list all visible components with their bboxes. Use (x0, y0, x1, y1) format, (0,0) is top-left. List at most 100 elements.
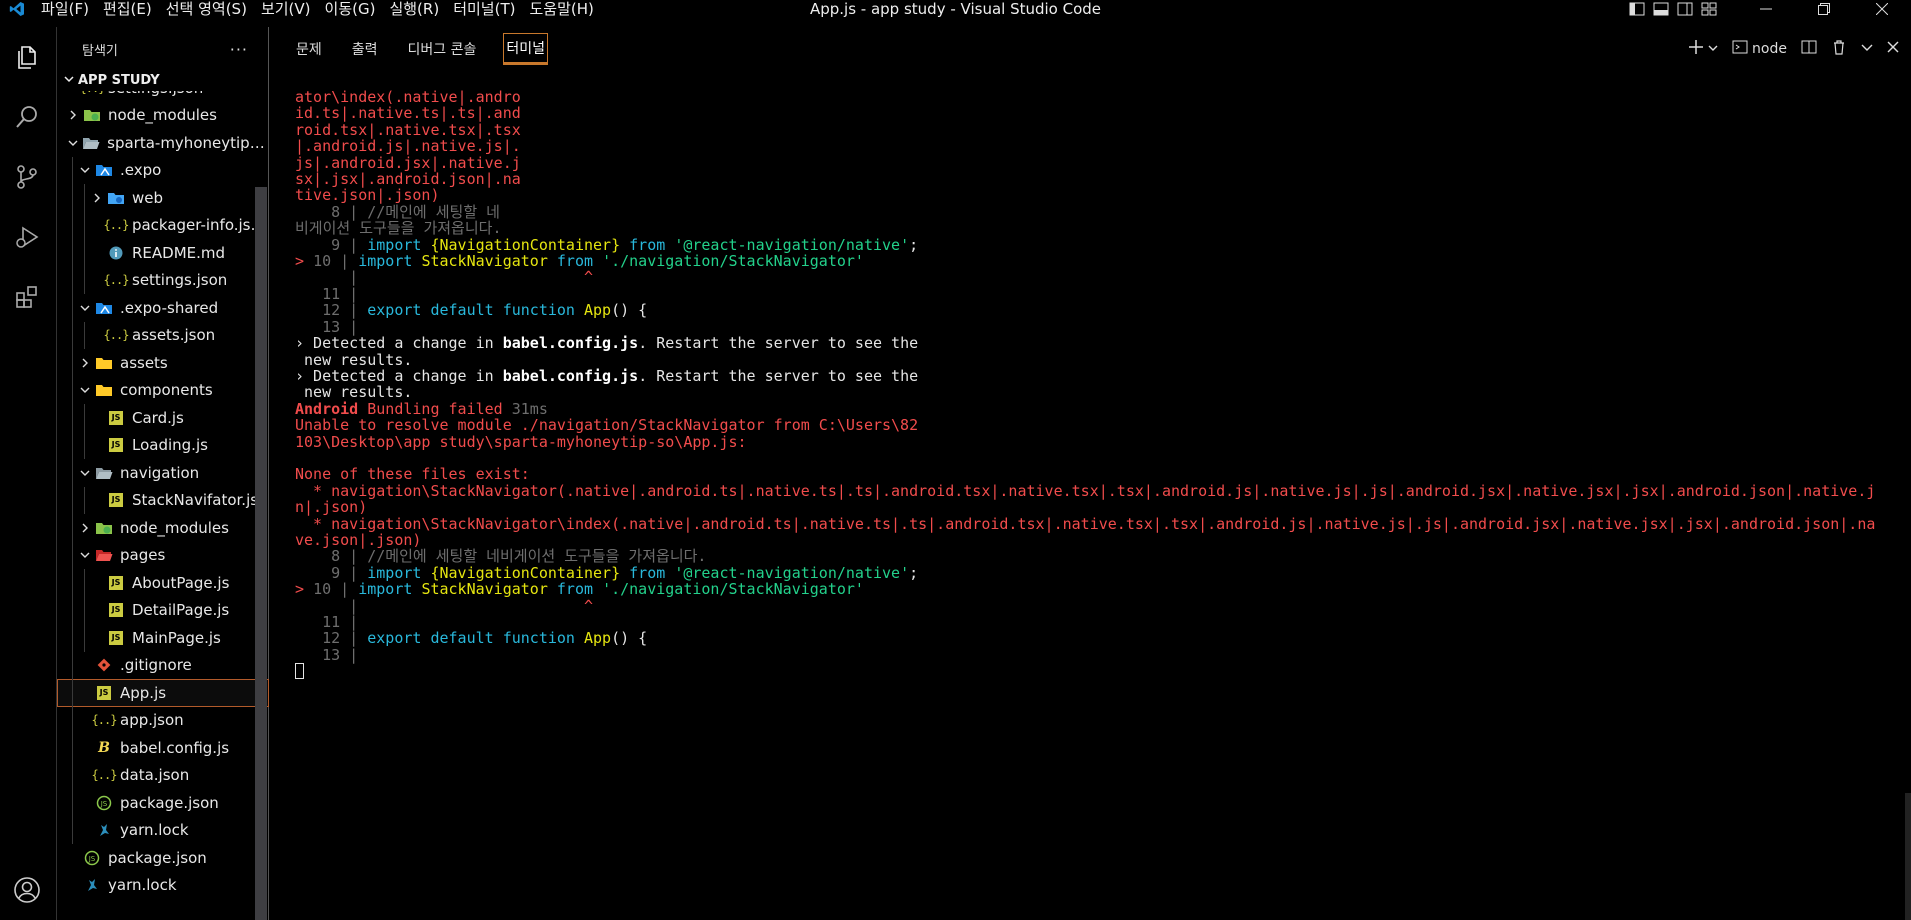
tree-item-label: settings.json (132, 271, 228, 290)
tree-item[interactable]: components (57, 376, 269, 404)
activity-bar (0, 27, 54, 920)
tree-item[interactable]: {..} packager-info.json (57, 211, 269, 239)
menu-item[interactable]: 편집(E) (96, 0, 159, 18)
json-icon: {..} (91, 768, 118, 783)
tree-item[interactable]: .expo-shared (57, 294, 269, 322)
menu-item[interactable]: 이동(G) (318, 0, 383, 18)
tree-item[interactable]: navigation (57, 459, 269, 487)
tree-item[interactable]: {..}settings.json (57, 91, 269, 102)
menu-item[interactable]: 도움말(H) (522, 0, 600, 18)
chevron-down-icon[interactable] (1708, 41, 1718, 57)
terminal-scrollbar[interactable] (1905, 793, 1911, 920)
git-icon (93, 658, 115, 672)
terminal-name[interactable]: node (1752, 41, 1787, 57)
menu-item[interactable]: 터미널(T) (446, 0, 522, 18)
tree-item[interactable]: {..} assets.json (57, 321, 269, 349)
explorer-icon[interactable] (0, 27, 54, 87)
toggle-primary-sidebar-icon[interactable] (1629, 2, 1645, 16)
json-icon: {..} (91, 713, 118, 728)
terminal-output[interactable]: ator\index(.native|.andro id.ts|.native.t… (295, 89, 1875, 889)
tree-item[interactable]: node_modules (57, 514, 269, 542)
tree-item[interactable]: yarn.lock (57, 816, 269, 844)
menu-item[interactable]: 실행(R) (382, 0, 446, 18)
trash-icon[interactable] (1831, 39, 1847, 59)
terminal-text: '@react-navigation/native' (674, 563, 910, 582)
panel-tab[interactable]: 디버그 콘솔 (406, 35, 479, 63)
panel-tab[interactable]: 문제 (294, 35, 324, 63)
panel-tabs: 문제 출력 디버그 콘솔 터미널 (270, 27, 573, 71)
customize-layout-icon[interactable] (1701, 2, 1717, 16)
tree-item[interactable]: pages (57, 541, 269, 569)
more-actions-icon[interactable]: ··· (230, 40, 248, 59)
terminal-text: from (547, 580, 603, 599)
file-tree: {..}settings.jsonnode_modulessparta-myho… (57, 91, 269, 920)
menu-item[interactable]: 파일(F) (34, 0, 96, 18)
search-icon[interactable] (0, 87, 54, 147)
tree-item[interactable]: yarn.lock (57, 872, 269, 900)
terminal-line: sx|.jsx|.android.json|.na (295, 171, 1875, 187)
tree-item[interactable]: Bbabel.config.js (57, 734, 269, 762)
terminal-text: 10 | (313, 252, 359, 271)
close-icon[interactable] (1853, 0, 1911, 18)
title-bar: 파일(F) 편집(E) 선택 영역(S) 보기(V) 이동(G) 실행(R) 터미널(T) 도… (0, 0, 1911, 18)
accounts-icon[interactable] (0, 860, 54, 920)
tree-item-label: node_modules (108, 106, 217, 125)
chevron-right-icon (77, 358, 93, 368)
extensions-icon[interactable] (0, 267, 54, 327)
terminal-text: 8 | //메인에 세팅할 네 (295, 202, 500, 221)
terminal-line: roid.tsx|.native.tsx|.tsx (295, 122, 1875, 138)
menu-item[interactable]: 보기(V) (254, 0, 318, 18)
panel-tab[interactable]: 터미널 (503, 33, 549, 65)
new-terminal-icon[interactable] (1688, 39, 1704, 59)
terminal-line: 11 | (295, 614, 1875, 630)
panel-tab[interactable]: 출력 (350, 35, 380, 63)
terminal-text: Android (295, 399, 359, 418)
tree-item[interactable]: {..} data.json (57, 761, 269, 789)
menu-item[interactable]: 선택 영역(S) (159, 0, 254, 18)
tree-item-label: data.json (120, 766, 190, 785)
tree-item[interactable]: web (57, 184, 269, 212)
chevron-right-icon (89, 193, 105, 203)
tree-item[interactable]: README.md (57, 239, 269, 267)
toggle-panel-icon[interactable] (1653, 2, 1669, 16)
tree-item[interactable]: JS Loading.js (57, 431, 269, 459)
toggle-secondary-sidebar-icon[interactable] (1677, 2, 1693, 16)
tree-item[interactable]: JS App.js (57, 679, 269, 707)
js-icon: JS (105, 410, 127, 425)
restore-icon[interactable] (1795, 0, 1853, 18)
tree-item[interactable]: JS package.json (57, 789, 269, 817)
tree-item[interactable]: node_modules (57, 102, 269, 130)
tree-item[interactable]: {..} app.json (57, 706, 269, 734)
tree-item[interactable]: sparta-myhoneytip-so (57, 129, 269, 157)
tree-item[interactable]: .gitignore (57, 651, 269, 679)
terminal-text: App (584, 629, 612, 648)
tree-item[interactable]: JS MainPage.js (57, 624, 269, 652)
tree-item[interactable]: JS StackNavifator.js (57, 486, 269, 514)
terminal-text: * navigation\StackNavigator\index(.nativ… (295, 514, 1875, 533)
terminal-line: ator\index(.native|.andro (295, 89, 1875, 105)
source-control-icon[interactable] (0, 147, 54, 207)
close-panel-icon[interactable] (1887, 41, 1899, 57)
chevron-down-icon (77, 165, 93, 175)
folder-red-icon (93, 548, 115, 562)
tree-item[interactable]: .expo (57, 156, 269, 184)
tree-item[interactable]: JS AboutPage.js (57, 569, 269, 597)
maximize-panel-icon[interactable] (1861, 41, 1873, 57)
terminal-text: id.ts|.native.ts|.ts|.and (295, 104, 521, 123)
run-and-debug-icon[interactable] (0, 207, 54, 267)
workspace-section[interactable]: APP STUDY (57, 71, 268, 89)
tree-item[interactable]: assets (57, 349, 269, 377)
tree-item[interactable]: JS Card.js (57, 404, 269, 432)
sidebar-scrollbar[interactable] (255, 187, 267, 920)
tree-item[interactable]: {..}settings.json (57, 266, 269, 294)
split-terminal-icon[interactable] (1801, 39, 1817, 59)
terminal-text: 10 | (313, 580, 359, 599)
tree-item[interactable]: JS package.json (57, 844, 269, 872)
terminal-text: import (358, 252, 422, 271)
tree-item[interactable]: JS DetailPage.js (57, 596, 269, 624)
terminal-line: Unable to resolve module ./navigation/St… (295, 417, 1875, 433)
chevron-down-icon (77, 468, 93, 478)
terminal-text: export default function (367, 301, 584, 320)
minimize-icon[interactable] (1737, 0, 1795, 18)
folder-expo-icon (93, 163, 115, 177)
